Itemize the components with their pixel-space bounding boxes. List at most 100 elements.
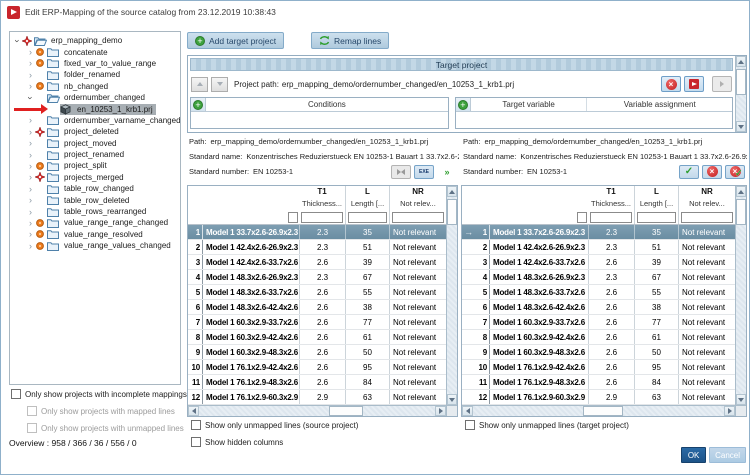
- expand-chevron-icon[interactable]: ›: [26, 185, 35, 193]
- expand-chevron-icon[interactable]: ›: [26, 173, 35, 181]
- checkbox-box[interactable]: [191, 420, 201, 430]
- accept-reject-button[interactable]: ×: [725, 165, 745, 179]
- expand-chevron-icon[interactable]: ›: [26, 59, 35, 67]
- scrollbar-thumb[interactable]: [447, 199, 457, 225]
- column-subheader-t1[interactable]: Thickness...: [588, 198, 634, 210]
- scroll-right-button[interactable]: [724, 406, 735, 416]
- scroll-left-button[interactable]: [188, 406, 199, 416]
- table-row-3[interactable]: 3Model 1 42.4x2.6-33.7x2.62.639Not relev…: [188, 255, 446, 270]
- scroll-up-button[interactable]: [447, 186, 457, 197]
- table-row-4[interactable]: 4Model 1 48.3x2.6-26.9x2.32.367Not relev…: [188, 270, 446, 285]
- column-header-t1[interactable]: T1: [299, 186, 345, 198]
- name-filter-input[interactable]: [288, 212, 298, 223]
- tree-item-project_split[interactable]: ›project_split: [10, 160, 180, 171]
- vertical-scrollbar[interactable]: [446, 186, 457, 405]
- tree-item-folder_renamed[interactable]: ›folder_renamed: [10, 69, 180, 80]
- scroll-up-button[interactable]: [736, 186, 746, 197]
- checkbox-box[interactable]: [465, 420, 475, 430]
- scrollbar-track[interactable]: [447, 197, 457, 394]
- expand-chevron-icon[interactable]: ›: [26, 82, 35, 90]
- table-row-9[interactable]: 9Model 1 60.3x2.9-48.3x2.62.650Not relev…: [462, 345, 735, 360]
- tree-item-table_rows_rearranged[interactable]: ›table_rows_rearranged: [10, 206, 180, 217]
- expand-chevron-icon[interactable]: ›: [26, 162, 35, 170]
- expand-chevron-icon[interactable]: ›: [26, 230, 35, 238]
- name-filter-input[interactable]: [577, 212, 587, 223]
- table-row-7[interactable]: 7Model 1 60.3x2.9-33.7x2.62.677Not relev…: [188, 315, 446, 330]
- expand-chevron-icon[interactable]: ›: [26, 139, 35, 147]
- open-project-button[interactable]: [684, 76, 704, 92]
- column-subheader-l[interactable]: Length [...: [634, 198, 678, 210]
- expand-chevron-icon[interactable]: ›: [26, 196, 35, 204]
- table-row-1[interactable]: →1Model 1 33.7x2.6-26.9x2.32.335Not rele…: [462, 225, 735, 240]
- auto-map-button[interactable]: »: [437, 165, 457, 179]
- tree-item-value_range_values_changed[interactable]: ›value_range_values_changed: [10, 240, 180, 251]
- tree-item-concatenate[interactable]: ›concatenate: [10, 46, 180, 57]
- column-subheader-t1[interactable]: Thickness...: [299, 198, 345, 210]
- tree-item-nb_changed[interactable]: ›nb_changed: [10, 81, 180, 92]
- ok-button[interactable]: OK: [681, 447, 706, 463]
- checkbox-box[interactable]: [11, 389, 21, 399]
- table-row-10[interactable]: 10Model 1 76.1x2.9-42.4x2.62.695Not rele…: [188, 360, 446, 375]
- tree-item-value_range_range_changed[interactable]: ›value_range_range_changed: [10, 217, 180, 228]
- reject-mapping-button[interactable]: ×: [702, 165, 722, 179]
- tree-item-en_10253_1_krb1.prj[interactable]: en_10253_1_krb1.prj: [10, 103, 180, 114]
- table-row-12[interactable]: 12Model 1 76.1x2.9-60.3x2.92.963Not rele…: [188, 390, 446, 405]
- tree-item-erp_mapping_demo[interactable]: ›erp_mapping_demo: [10, 35, 180, 46]
- tree-item-project_deleted[interactable]: ›project_deleted: [10, 126, 180, 137]
- checkbox-incomplete-mappings[interactable]: Only show projects with incomplete mappi…: [11, 389, 187, 399]
- table-row-2[interactable]: 2Model 1 42.4x2.6-26.9x2.32.351Not relev…: [188, 240, 446, 255]
- scrollbar-thumb[interactable]: [583, 406, 623, 416]
- scroll-down-button[interactable]: [447, 394, 457, 405]
- expand-chevron-icon[interactable]: ›: [26, 128, 35, 136]
- table-row-7[interactable]: 7Model 1 60.3x2.9-33.7x2.62.677Not relev…: [462, 315, 735, 330]
- remap-lines-button[interactable]: Remap lines: [311, 32, 389, 49]
- column-header-l[interactable]: L: [345, 186, 389, 198]
- table-row-10[interactable]: 10Model 1 76.1x2.9-42.4x2.62.695Not rele…: [462, 360, 735, 375]
- add-condition-button[interactable]: +: [191, 98, 206, 111]
- expand-chevron-icon[interactable]: ›: [26, 219, 35, 227]
- column-header-l[interactable]: L: [634, 186, 678, 198]
- scrollbar-track[interactable]: [736, 197, 746, 394]
- scrollbar-thumb[interactable]: [329, 406, 363, 416]
- tree-item-ordernumber_varname_changed[interactable]: ›ordernumber_varname_changed: [10, 115, 180, 126]
- remove-target-project-button[interactable]: ×: [661, 76, 681, 92]
- tree-item-ordernumber_changed[interactable]: ›ordernumber_changed: [10, 92, 180, 103]
- l-filter-input[interactable]: [637, 212, 676, 223]
- scrollbar-thumb[interactable]: [736, 199, 746, 225]
- checkbox-unmapped-target[interactable]: Show only unmapped lines (target project…: [465, 420, 629, 430]
- accept-mapping-button[interactable]: ✓: [679, 165, 699, 179]
- scrollbar-track[interactable]: [199, 406, 435, 416]
- column-header-nr[interactable]: NR: [389, 186, 446, 198]
- expand-chevron-icon[interactable]: ›: [26, 71, 35, 79]
- table-row-5[interactable]: 5Model 1 48.3x2.6-33.7x2.62.655Not relev…: [188, 285, 446, 300]
- column-subheader-nr[interactable]: Not relev...: [389, 198, 446, 210]
- tree-item-fixed_var_to_value_range[interactable]: ›fixed_var_to_value_range: [10, 58, 180, 69]
- expand-chevron-icon[interactable]: ›: [26, 116, 35, 124]
- cancel-button[interactable]: Cancel: [709, 447, 746, 463]
- scroll-up-button[interactable]: [736, 56, 746, 67]
- conditions-list[interactable]: [191, 112, 448, 128]
- table-row-8[interactable]: 8Model 1 60.3x2.9-42.4x2.62.661Not relev…: [462, 330, 735, 345]
- project-tree[interactable]: ›erp_mapping_demo›concatenate›fixed_var_…: [9, 31, 181, 385]
- expand-chevron-icon[interactable]: ›: [26, 48, 35, 56]
- tree-item-project_renamed[interactable]: ›project_renamed: [10, 149, 180, 160]
- expand-chevron-icon[interactable]: ›: [26, 242, 35, 250]
- move-down-button[interactable]: [211, 77, 228, 92]
- table-row-8[interactable]: 8Model 1 60.3x2.9-42.4x2.62.661Not relev…: [188, 330, 446, 345]
- scroll-left-button[interactable]: [462, 406, 473, 416]
- horizontal-scrollbar[interactable]: [188, 405, 446, 416]
- t1-filter-input[interactable]: [301, 212, 343, 223]
- column-header-t1[interactable]: T1: [588, 186, 634, 198]
- scrollbar-track[interactable]: [736, 67, 746, 121]
- scrollbar-thumb[interactable]: [736, 69, 746, 95]
- target-variable-column-header[interactable]: Target variable: [471, 98, 587, 111]
- table-row-6[interactable]: 6Model 1 48.3x2.6-42.4x2.62.638Not relev…: [462, 300, 735, 315]
- column-subheader-l[interactable]: Length [...: [345, 198, 389, 210]
- tree-item-table_row_deleted[interactable]: ›table_row_deleted: [10, 194, 180, 205]
- variable-assignment-column-header[interactable]: Variable assignment: [586, 98, 732, 111]
- table-row-9[interactable]: 9Model 1 60.3x2.9-48.3x2.62.650Not relev…: [188, 345, 446, 360]
- collapse-chevron-icon[interactable]: ›: [27, 93, 35, 102]
- exe-mapping-button[interactable]: EXE: [414, 165, 434, 179]
- add-variable-button[interactable]: +: [456, 98, 471, 111]
- scroll-down-button[interactable]: [736, 394, 746, 405]
